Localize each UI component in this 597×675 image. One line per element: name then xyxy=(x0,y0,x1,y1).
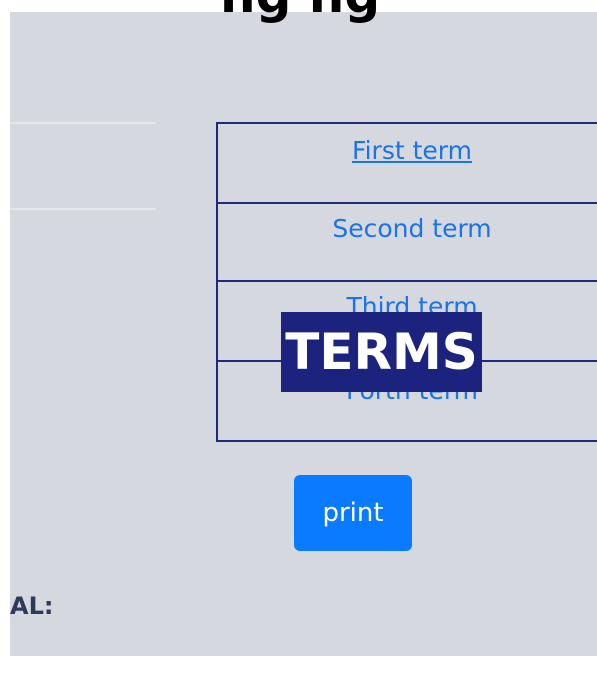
page-title: ng ng xyxy=(220,0,380,20)
terms-list: First term Second term Third term Forth … xyxy=(216,122,597,442)
term-item-second[interactable]: Second term xyxy=(218,202,597,282)
print-button[interactable]: print xyxy=(294,475,412,551)
term-link-second[interactable]: Second term xyxy=(218,214,597,243)
terms-badge: TERMS xyxy=(281,312,482,392)
divider xyxy=(10,122,156,124)
divider xyxy=(10,208,156,210)
term-item-first[interactable]: First term xyxy=(218,124,597,204)
page: ng ng First term Second term Third term … xyxy=(0,0,597,675)
total-label: AL: xyxy=(10,592,54,620)
term-link-first[interactable]: First term xyxy=(218,136,597,165)
